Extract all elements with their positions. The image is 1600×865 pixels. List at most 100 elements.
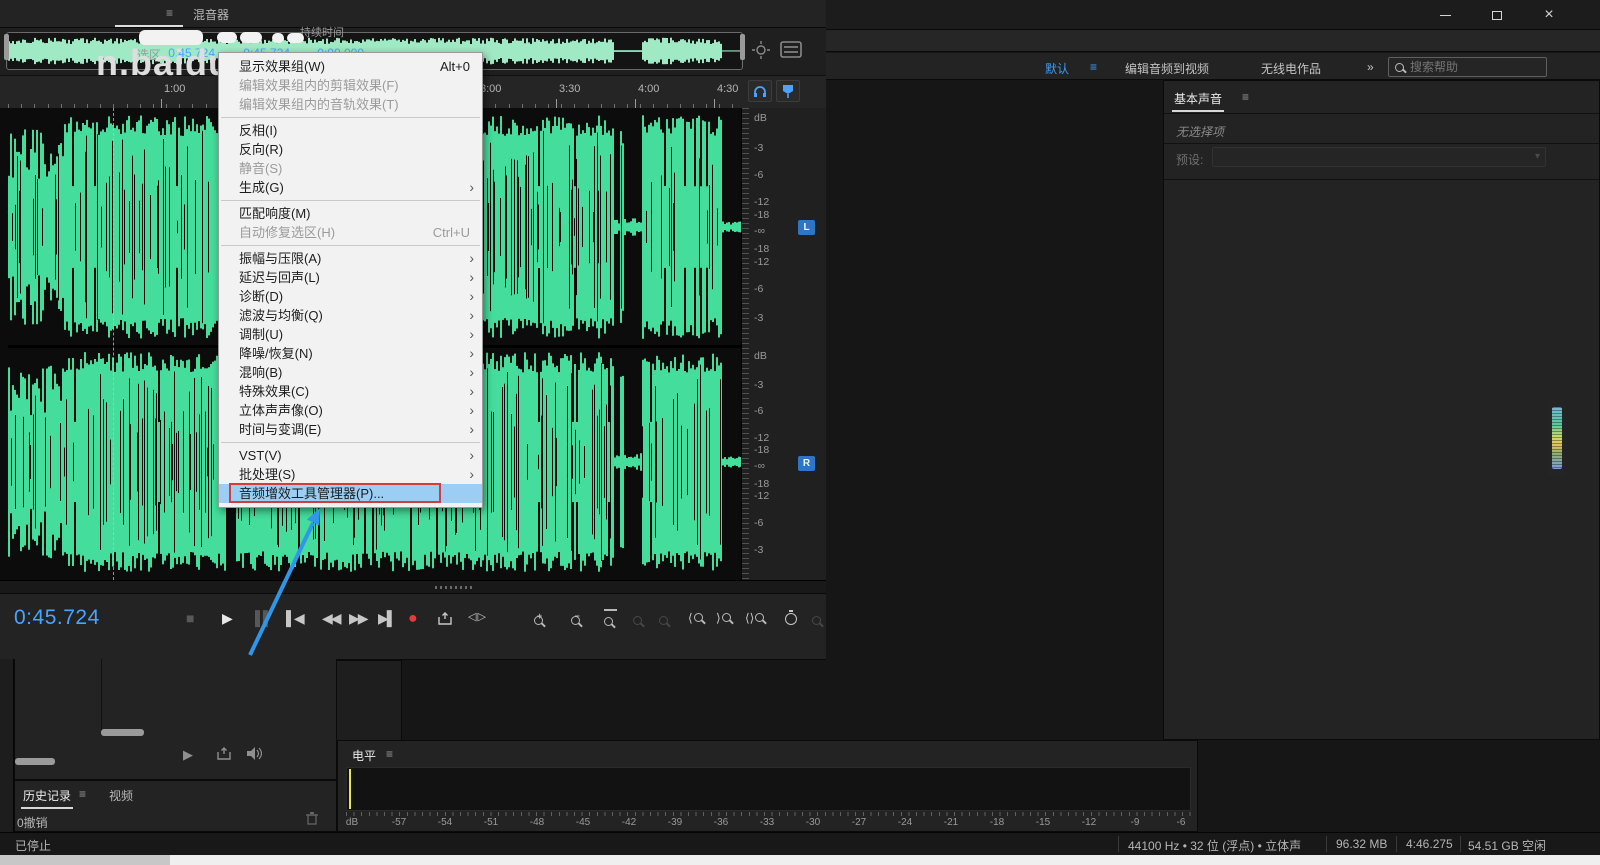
menu-item-批处理(S)[interactable]: 批处理(S)› bbox=[219, 465, 482, 484]
right-channel-badge[interactable]: R bbox=[798, 456, 815, 471]
submenu-arrow-icon: › bbox=[469, 401, 474, 420]
tab-video[interactable]: 视频 bbox=[109, 787, 133, 804]
marker-pin-button[interactable] bbox=[776, 80, 800, 102]
tree-hscrollbar-thumb[interactable] bbox=[15, 758, 55, 765]
record-button[interactable]: ● bbox=[408, 610, 418, 628]
annotation-arrow bbox=[230, 500, 350, 670]
menu-item-label: 延迟与回声(L) bbox=[239, 270, 320, 285]
zoom-out-button[interactable]: − bbox=[571, 612, 580, 628]
db-label: -18 bbox=[754, 444, 769, 456]
menu-item-诊断(D)[interactable]: 诊断(D)› bbox=[219, 287, 482, 306]
history-panel-menu-icon[interactable]: ≡ bbox=[79, 787, 86, 801]
zoom-out-point-button[interactable]: ⟩ bbox=[716, 611, 731, 625]
meter-scale-label: -42 bbox=[622, 817, 636, 828]
overview-left-handle[interactable] bbox=[4, 34, 9, 60]
submenu-arrow-icon: › bbox=[469, 287, 474, 306]
menu-item-振幅与压限(A)[interactable]: 振幅与压限(A)› bbox=[219, 249, 482, 268]
submenu-arrow-icon: › bbox=[469, 363, 474, 382]
scrollbar-grip[interactable] bbox=[435, 586, 475, 589]
menu-item-混响(B)[interactable]: 混响(B)› bbox=[219, 363, 482, 382]
db-label: -3 bbox=[754, 312, 763, 324]
transport-bar: 0:45.724 ■ ▶ ▌▌ ▌◀ ◀◀ ▶▶ ▶▌ ● ◁▷ + − ⟨ ⟩… bbox=[0, 593, 826, 659]
help-search-box[interactable] bbox=[1388, 57, 1547, 77]
maximize-button[interactable] bbox=[1477, 0, 1517, 29]
meter-scale-label: -39 bbox=[668, 817, 682, 828]
menu-item-降噪/恢复(N)[interactable]: 降噪/恢复(N)› bbox=[219, 344, 482, 363]
db-label: -3 bbox=[754, 379, 763, 391]
active-tab-underline bbox=[115, 25, 183, 27]
menu-item-VST(V)[interactable]: VST(V)› bbox=[219, 446, 482, 465]
workspace-menu-icon[interactable]: ≡ bbox=[1090, 60, 1097, 74]
essential-sound-panel: 基本声音 ≡ 无选择项 预设: ▾ bbox=[1163, 80, 1600, 740]
chevron-down-icon: ▾ bbox=[1535, 151, 1540, 162]
minimize-button[interactable] bbox=[1425, 0, 1465, 29]
display-settings-icon[interactable] bbox=[780, 41, 802, 58]
zoom-in-point-button[interactable]: ⟨ bbox=[688, 611, 703, 625]
menu-item-编辑效果组内的音轨效果(T): 编辑效果组内的音轨效果(T) bbox=[219, 95, 482, 114]
loop-playback-icon[interactable] bbox=[437, 612, 453, 625]
playback-state: 已停止 bbox=[15, 837, 51, 854]
workspace-item[interactable]: 无线电作品 bbox=[1261, 60, 1321, 77]
fast-forward-button[interactable]: ▶▶ bbox=[349, 610, 367, 627]
tab-levels[interactable]: 电平 bbox=[352, 747, 376, 764]
adobe-audition-window: Au Adobe Audition × 文件(F)编辑(E)多轨(M)剪辑(C)… bbox=[0, 0, 1600, 865]
audio-format: 44100 Hz • 32 位 (浮点) • 立体声 bbox=[1128, 837, 1301, 854]
menu-item-生成(G)[interactable]: 生成(G)› bbox=[219, 178, 482, 197]
zoom-to-selection-button[interactable] bbox=[604, 609, 617, 629]
editor-tab-bar: ≡ 混音器 bbox=[0, 0, 826, 28]
menu-item-时间与变调(E)[interactable]: 时间与变调(E)› bbox=[219, 420, 482, 439]
tab-history[interactable]: 历史记录 bbox=[23, 787, 71, 804]
monitor-headphones-button[interactable] bbox=[748, 80, 772, 102]
zoom-selection-edges-button[interactable]: ⟨⟩ bbox=[745, 611, 764, 625]
current-time-display[interactable]: 0:45.724 bbox=[14, 606, 100, 630]
preview-play-button[interactable]: ▶ bbox=[183, 747, 193, 763]
search-input[interactable] bbox=[1410, 60, 1520, 74]
tab-mixer[interactable]: 混音器 bbox=[193, 6, 229, 23]
meter-scale-label: -9 bbox=[1131, 817, 1140, 828]
menu-item-调制(U)[interactable]: 调制(U)› bbox=[219, 325, 482, 344]
tab-essential-sound[interactable]: 基本声音 bbox=[1174, 90, 1222, 107]
preview-loop-icon[interactable] bbox=[216, 747, 232, 760]
menu-item-label: 生成(G) bbox=[239, 180, 284, 195]
meter-scale-label: -33 bbox=[760, 817, 774, 828]
stop-button[interactable]: ■ bbox=[186, 610, 194, 626]
overview-right-handle[interactable] bbox=[740, 34, 745, 60]
essential-sound-menu-icon[interactable]: ≡ bbox=[1242, 90, 1249, 104]
menu-item-立体声声像(O)[interactable]: 立体声声像(O)› bbox=[219, 401, 482, 420]
menu-item-反相(I)[interactable]: 反相(I) bbox=[219, 121, 482, 140]
left-channel-badge[interactable]: L bbox=[798, 220, 815, 235]
menu-item-匹配响度(M)[interactable]: 匹配响度(M) bbox=[219, 204, 482, 223]
zoom-in-button[interactable]: + bbox=[534, 612, 543, 628]
close-button[interactable]: × bbox=[1529, 0, 1569, 29]
pan-zoom-icon[interactable] bbox=[752, 41, 770, 59]
db-label: -3 bbox=[754, 142, 763, 154]
menu-item-label: 反相(I) bbox=[239, 123, 277, 138]
menu-item-反向(R)[interactable]: 反向(R) bbox=[219, 140, 482, 159]
zoom-reset-button bbox=[659, 612, 668, 628]
menu-item-显示效果组(W)[interactable]: 显示效果组(W)Alt+0 bbox=[219, 57, 482, 76]
speaker-icon[interactable] bbox=[246, 747, 262, 760]
skip-selection-button[interactable]: ◁▷ bbox=[468, 610, 487, 623]
db-label: dB bbox=[754, 350, 767, 362]
db-label: dB bbox=[754, 112, 767, 124]
playhead[interactable] bbox=[113, 108, 114, 580]
menu-item-label: 调制(U) bbox=[239, 327, 283, 342]
workspace-overflow-chevron[interactable]: » bbox=[1367, 60, 1374, 74]
menu-item-滤波与均衡(Q)[interactable]: 滤波与均衡(Q)› bbox=[219, 306, 482, 325]
menu-item-延迟与回声(L)[interactable]: 延迟与回声(L)› bbox=[219, 268, 482, 287]
search-icon bbox=[1395, 63, 1404, 72]
horizontal-scrollbar[interactable] bbox=[0, 580, 826, 593]
ruler-label: 4:00 bbox=[638, 83, 659, 95]
list-hscrollbar-thumb[interactable] bbox=[101, 729, 144, 736]
editor-panel-menu-icon[interactable]: ≡ bbox=[166, 6, 173, 20]
skip-to-end-button[interactable]: ▶▌ bbox=[378, 610, 395, 627]
workspace-item[interactable]: 编辑音频到视频 bbox=[1125, 60, 1209, 77]
db-label: -6 bbox=[754, 405, 763, 417]
color-meter-widget bbox=[1548, 400, 1566, 476]
db-label: -18 bbox=[754, 243, 769, 255]
workspace-item[interactable]: 默认 bbox=[1045, 60, 1069, 77]
menu-item-特殊效果(C)[interactable]: 特殊效果(C)› bbox=[219, 382, 482, 401]
timer-record-icon[interactable] bbox=[785, 612, 797, 628]
levels-panel-menu-icon[interactable]: ≡ bbox=[386, 747, 393, 761]
meter-scale-label: -24 bbox=[898, 817, 912, 828]
